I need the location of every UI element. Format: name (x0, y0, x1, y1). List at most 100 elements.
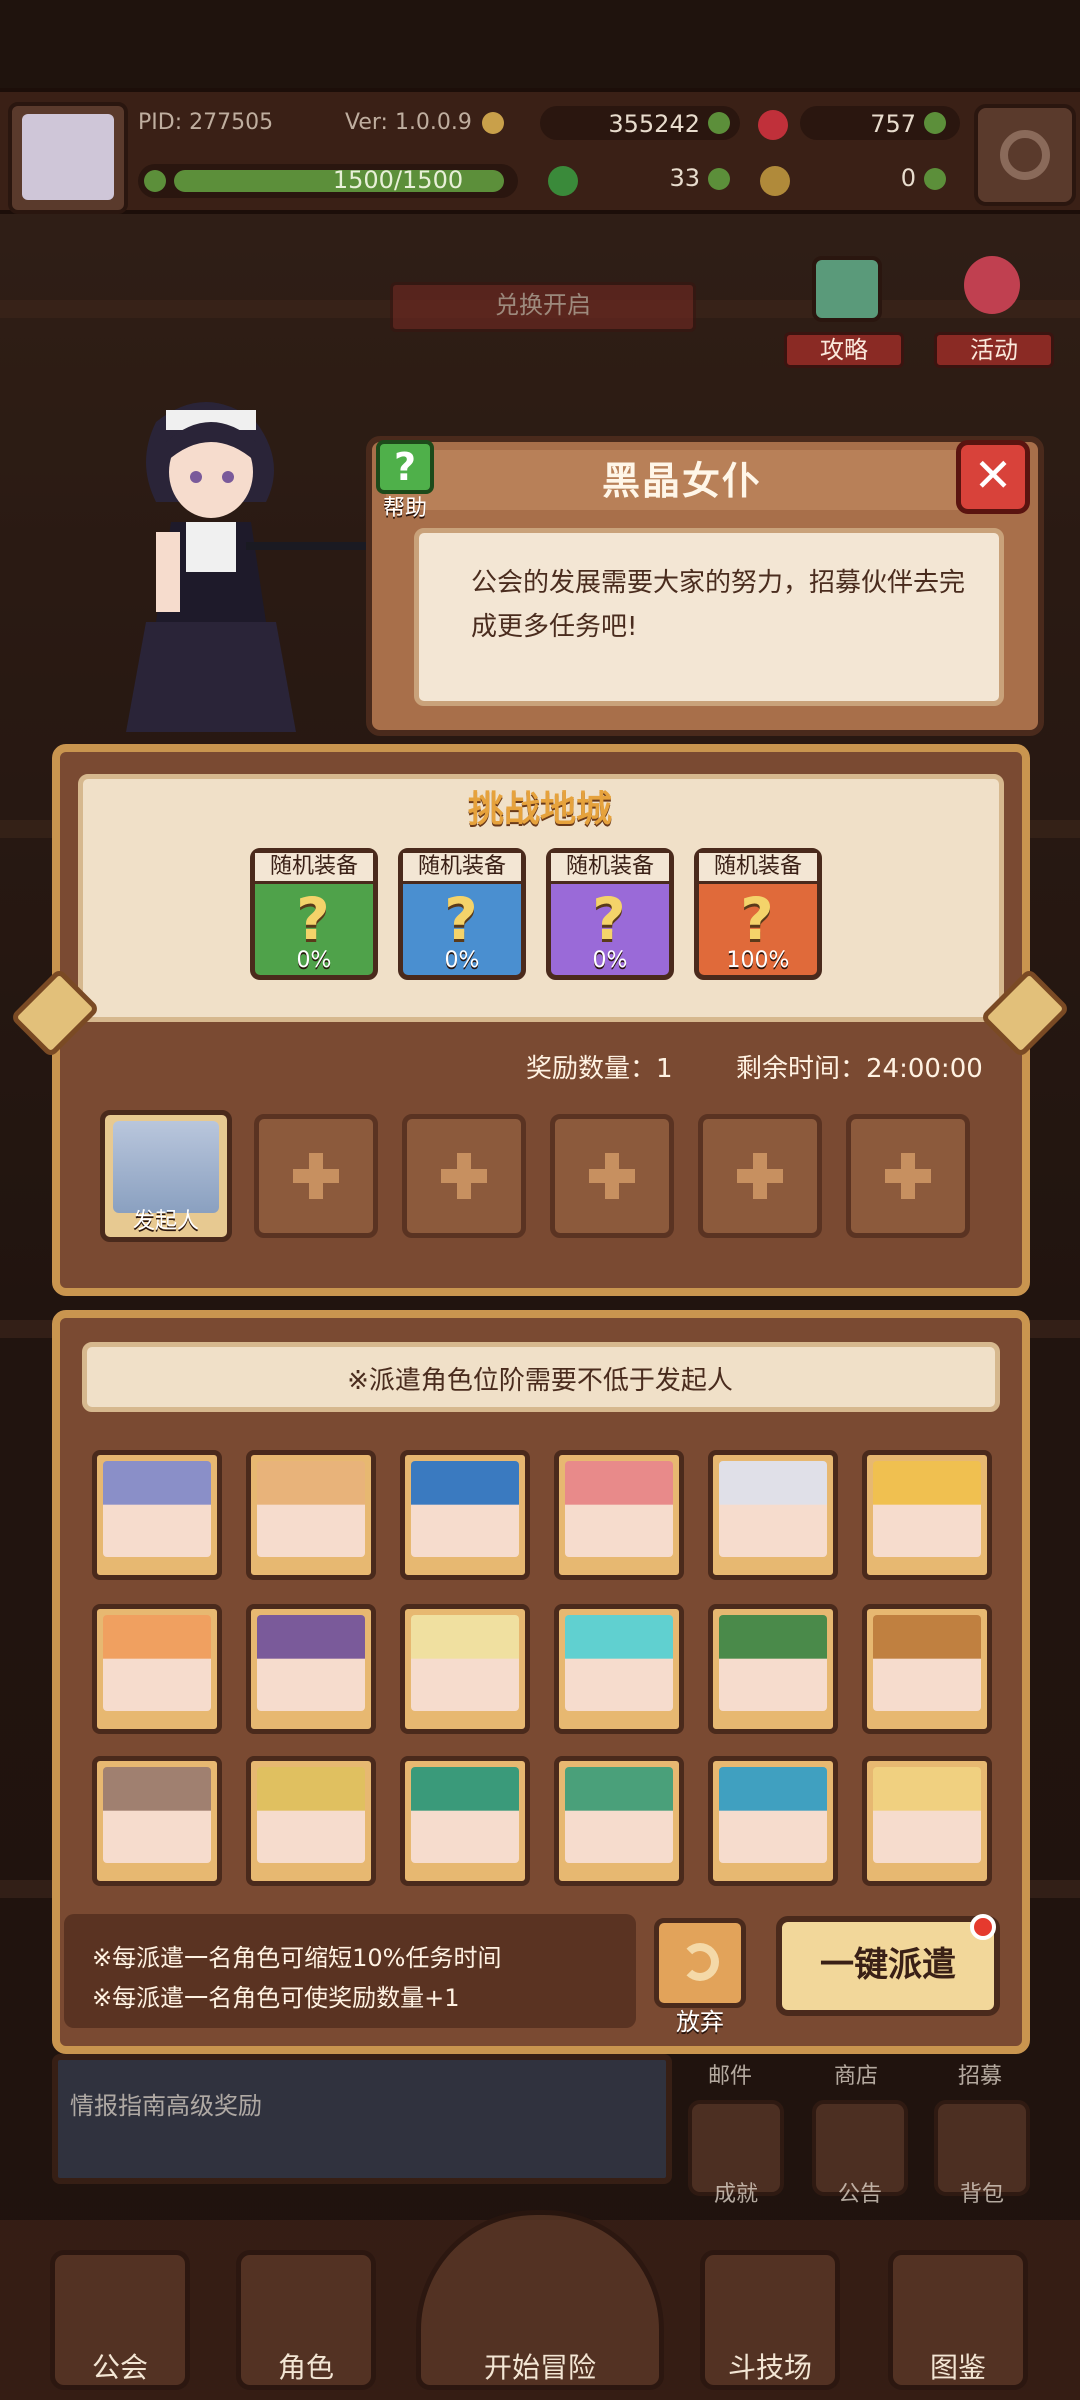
reward-label: 随机装备 (255, 853, 373, 884)
dialog-message: 公会的发展需要大家的努力，招募伙伴去完成更多任务吧! (471, 568, 966, 642)
nav-arena-label: 斗技场 (727, 2351, 812, 2384)
character-portrait (257, 1767, 365, 1863)
character-slot[interactable] (862, 1604, 992, 1734)
one-click-dispatch-button[interactable]: 一键派遣 (776, 1916, 1000, 2016)
give-up-button[interactable]: 放弃 (654, 1918, 746, 2036)
redeem-banner-label: 兑换开启 (495, 291, 591, 319)
character-portrait (565, 1767, 673, 1863)
challenge-title: 挑战地城 (467, 789, 612, 830)
nav-characters-label: 角色 (277, 2351, 334, 2384)
character-slot[interactable] (92, 1756, 222, 1886)
character-portrait (719, 1461, 827, 1557)
mystery-icon: ? (740, 885, 774, 953)
reward-chance: 0% (296, 948, 332, 973)
character-slot[interactable] (862, 1756, 992, 1886)
character-slot[interactable] (708, 1450, 838, 1580)
game-version: Ver: 1.0.0.9 (345, 110, 472, 135)
announcements-label: 公告 (837, 2182, 882, 2207)
give-up-label: 放弃 (676, 2008, 724, 2036)
plus-icon (589, 1153, 635, 1199)
character-portrait (257, 1615, 365, 1711)
energy-value: 1500/1500 (332, 166, 464, 194)
dispatch-slot[interactable] (550, 1114, 674, 1238)
dispatch-slot[interactable] (254, 1114, 378, 1238)
character-slot[interactable] (708, 1756, 838, 1886)
gem-add-icon[interactable] (924, 112, 946, 134)
player-avatar[interactable] (8, 102, 128, 214)
character-slot[interactable] (554, 1756, 684, 1886)
backpack-label: 背包 (959, 2182, 1004, 2207)
reward-card[interactable]: 随机装备? 0% (250, 848, 378, 980)
shop-label: 商店 (833, 2064, 878, 2089)
energy-bar: 1500/1500 (138, 164, 518, 198)
dispatch-slot[interactable] (402, 1114, 526, 1238)
character-slot[interactable] (92, 1450, 222, 1580)
achievements-label: 成就 (713, 2182, 758, 2207)
close-button[interactable]: ✕ (956, 440, 1030, 514)
character-slot[interactable] (400, 1450, 530, 1580)
character-slot[interactable] (554, 1450, 684, 1580)
clover-add-icon[interactable] (708, 168, 730, 190)
balloon-icon (964, 256, 1020, 314)
character-slot[interactable] (862, 1450, 992, 1580)
character-slot[interactable] (246, 1604, 376, 1734)
clover-icon (548, 166, 578, 196)
plus-icon (885, 1153, 931, 1199)
time-remaining: 剩余时间：24:00:00 (736, 1054, 983, 1084)
gear-icon (1000, 130, 1050, 180)
mystery-icon: ? (592, 885, 626, 953)
gold-amount: 355242 (608, 110, 700, 138)
character-slot[interactable] (246, 1756, 376, 1886)
events-button[interactable]: 活动 (934, 256, 1054, 368)
character-slot[interactable] (92, 1604, 222, 1734)
version-coin-icon (482, 112, 504, 134)
clover-amount: 33 (669, 164, 700, 192)
character-slot[interactable] (246, 1450, 376, 1580)
initiator-slot[interactable]: 发起人 (100, 1110, 232, 1242)
reward-chance: 0% (444, 948, 480, 973)
dispatch-slot[interactable] (846, 1114, 970, 1238)
character-slot[interactable] (554, 1604, 684, 1734)
plus-icon (737, 1153, 783, 1199)
npc-dialog: 黑晶女仆 公会的发展需要大家的努力，招募伙伴去完成更多任务吧! (366, 436, 1044, 736)
help-button[interactable]: ? 帮助 (372, 440, 438, 521)
nav-start-adventure-label: 开始冒险 (483, 2351, 596, 2384)
mail-label: 邮件 (707, 2064, 752, 2089)
character-portrait (103, 1767, 211, 1863)
character-portrait (411, 1767, 519, 1863)
character-slot[interactable] (400, 1756, 530, 1886)
recruit-label: 招募 (957, 2064, 1002, 2089)
reward-count: 奖励数量：1 (526, 1054, 673, 1084)
reward-card[interactable]: 随机装备? 0% (398, 848, 526, 980)
note-line: ※每派遣一名角色可缩短10%任务时间 (92, 1944, 502, 1972)
dispatch-slot[interactable] (698, 1114, 822, 1238)
reward-label: 随机装备 (699, 853, 817, 884)
character-slot[interactable] (400, 1604, 530, 1734)
reward-card[interactable]: 随机装备? 100% (694, 848, 822, 980)
strategy-label: 攻略 (784, 332, 904, 368)
character-portrait (411, 1615, 519, 1711)
reward-label: 随机装备 (403, 853, 521, 884)
notification-badge (970, 1914, 996, 1940)
redeem-banner: 兑换开启 (390, 282, 696, 332)
reward-card[interactable]: 随机装备? 0% (546, 848, 674, 980)
character-portrait (103, 1461, 211, 1557)
strategy-button[interactable]: 攻略 (784, 256, 904, 368)
character-slot[interactable] (708, 1604, 838, 1734)
mystery-icon: ? (444, 885, 478, 953)
player-id: PID: 277505 (138, 110, 274, 135)
mystery-icon: ? (296, 885, 330, 953)
gold-add-icon[interactable] (708, 112, 730, 134)
plus-icon (293, 1153, 339, 1199)
character-portrait (103, 1615, 211, 1711)
dialog-title: 黑晶女仆 (601, 459, 762, 503)
settings-button[interactable] (974, 104, 1076, 206)
nav-codex-label: 图鉴 (929, 2351, 986, 2384)
note-line: ※每派遣一名角色可使奖励数量+1 (92, 1984, 460, 2012)
black-crystal-maid-portrait (96, 392, 376, 742)
help-label: 帮助 (382, 496, 427, 521)
gem-icon (758, 110, 788, 140)
character-portrait (411, 1461, 519, 1557)
key-add-icon[interactable] (924, 168, 946, 190)
question-icon: ? (376, 440, 434, 494)
